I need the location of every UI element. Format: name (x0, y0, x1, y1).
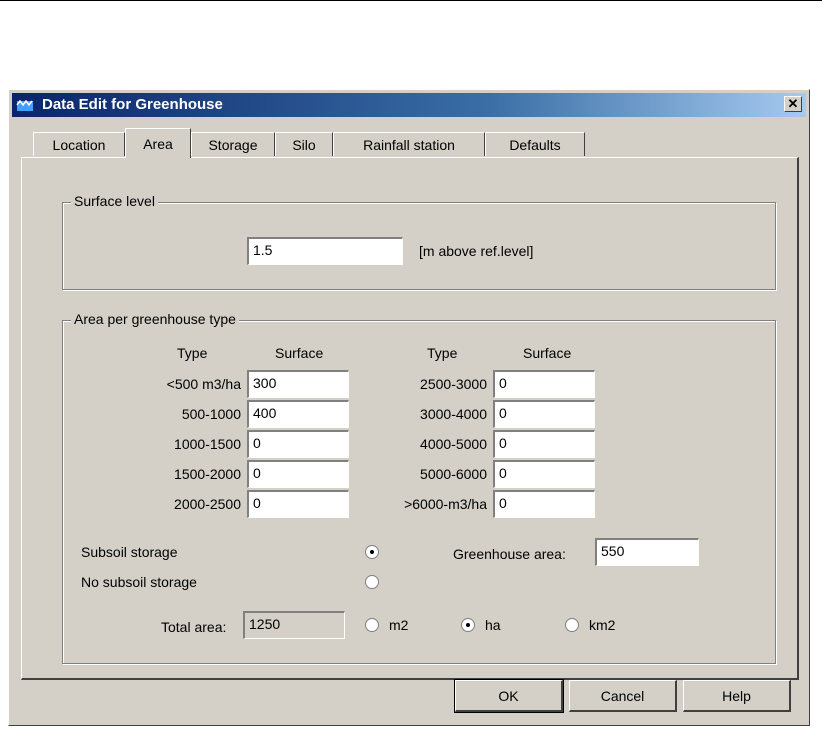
unit-ha-label: ha (485, 617, 501, 633)
type-label: 2500-3000 (420, 376, 487, 392)
left-surface-header: Surface (275, 345, 324, 361)
subsoil-storage-radio[interactable] (365, 545, 379, 559)
unit-m2-radio[interactable] (365, 618, 379, 632)
unit-ha-radio[interactable] (461, 618, 475, 632)
surface-level-group: Surface level 1.5 [m above ref.level] (62, 193, 776, 290)
unit-m2-label: m2 (389, 617, 409, 633)
unit-km2-label: km2 (589, 617, 616, 633)
ok-button[interactable]: OK (454, 679, 564, 713)
type-label: 4000-5000 (420, 436, 487, 452)
type-label: 500-1000 (181, 406, 241, 422)
subsoil-storage-label: Subsoil storage (81, 544, 178, 560)
cancel-button[interactable]: Cancel (569, 680, 677, 712)
greenhouse-icon (16, 99, 33, 111)
tab-defaults[interactable]: Defaults (485, 132, 585, 156)
data-edit-dialog: Data Edit for Greenhouse ✕ Location Area… (8, 89, 810, 726)
surface-input[interactable]: 0 (493, 370, 595, 398)
surface-level-group-label: Surface level (71, 193, 158, 209)
surface-input[interactable]: 0 (247, 460, 349, 488)
surface-input[interactable]: 400 (247, 400, 349, 428)
surface-level-input[interactable]: 1.5 (247, 237, 403, 265)
greenhouse-area-input[interactable]: 550 (595, 538, 699, 566)
total-area-field: 1250 (243, 611, 345, 639)
right-type-header: Type (427, 345, 458, 361)
type-label: 1000-1500 (174, 436, 241, 452)
page-top-rule (0, 0, 822, 1)
area-tab-panel: Surface level 1.5 [m above ref.level] Ar… (21, 157, 799, 680)
type-label: >6000-m3/ha (404, 496, 487, 512)
no-subsoil-storage-label: No subsoil storage (81, 574, 197, 590)
surface-input[interactable]: 0 (247, 430, 349, 458)
surface-input[interactable]: 0 (493, 400, 595, 428)
title-bar[interactable]: Data Edit for Greenhouse ✕ (12, 93, 806, 117)
greenhouse-area-label: Greenhouse area: (453, 546, 566, 562)
left-type-header: Type (177, 345, 208, 361)
tab-location[interactable]: Location (33, 132, 125, 156)
right-surface-header: Surface (523, 345, 572, 361)
unit-km2-radio[interactable] (565, 618, 579, 632)
area-per-type-group-label: Area per greenhouse type (71, 311, 239, 327)
help-button[interactable]: Help (683, 680, 791, 712)
area-per-type-group: Area per greenhouse type Type Surface Ty… (62, 311, 776, 664)
tab-area[interactable]: Area (125, 128, 191, 158)
window-title: Data Edit for Greenhouse (42, 96, 223, 113)
surface-input[interactable]: 0 (493, 460, 595, 488)
surface-input[interactable]: 0 (247, 490, 349, 518)
surface-input[interactable]: 0 (493, 490, 595, 518)
type-label: 2000-2500 (174, 496, 241, 512)
tab-storage[interactable]: Storage (191, 132, 275, 156)
tab-rainfall-station[interactable]: Rainfall station (333, 132, 485, 156)
tab-silo[interactable]: Silo (275, 132, 333, 156)
type-label: 5000-6000 (420, 466, 487, 482)
surface-input[interactable]: 0 (493, 430, 595, 458)
no-subsoil-storage-radio[interactable] (365, 575, 379, 589)
type-label: 1500-2000 (174, 466, 241, 482)
type-label: <500 m3/ha (166, 376, 241, 392)
type-label: 3000-4000 (420, 406, 487, 422)
surface-level-unit: [m above ref.level] (419, 243, 534, 259)
total-area-label: Total area: (161, 619, 227, 635)
close-button[interactable]: ✕ (784, 96, 802, 112)
surface-input[interactable]: 300 (247, 370, 349, 398)
